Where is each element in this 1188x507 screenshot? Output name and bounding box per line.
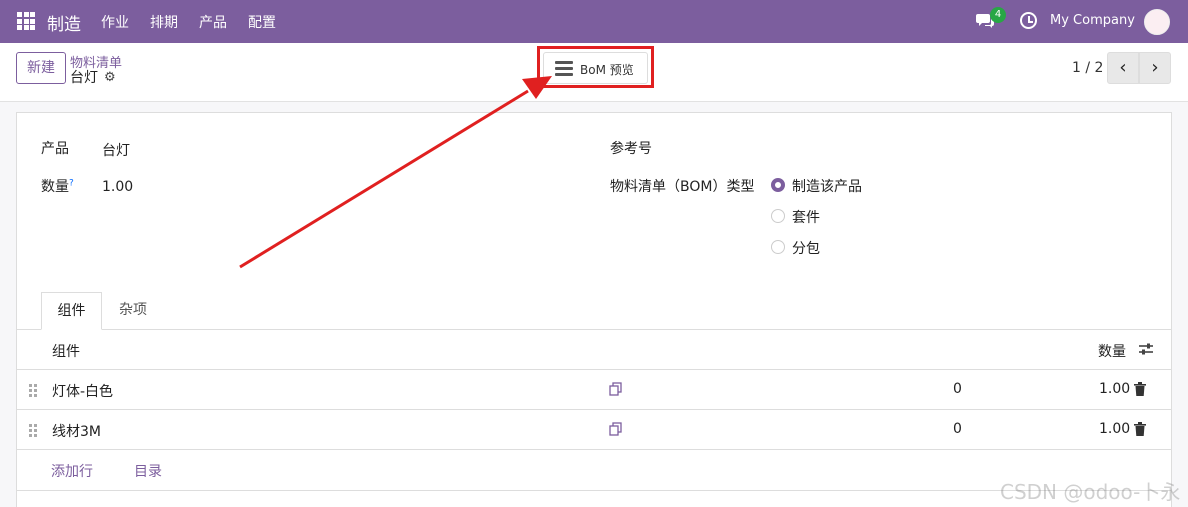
column-header-component[interactable]: 组件 (52, 341, 80, 361)
radio-manufacture-label[interactable]: 制造该产品 (792, 176, 862, 196)
value-cell: 0 (953, 421, 962, 437)
table-row[interactable]: 线材3M 0 1.00 (17, 410, 1171, 450)
quantity-field[interactable]: 1.00 (102, 179, 133, 195)
catalog-link[interactable]: 目录 (134, 461, 162, 481)
tab-components[interactable]: 组件 (41, 292, 102, 330)
radio-subcontracting-label[interactable]: 分包 (792, 238, 820, 258)
radio-subcontracting[interactable] (771, 240, 785, 254)
pager-value[interactable]: 1 / 2 (1072, 60, 1103, 76)
breadcrumb-current: 台灯 (70, 70, 98, 86)
menu-item-planning[interactable]: 排期 (150, 12, 178, 32)
trash-icon[interactable] (1134, 422, 1146, 436)
pager-previous-button[interactable]: ‹ (1107, 52, 1139, 84)
quantity-label: 数量? (41, 178, 74, 195)
company-switcher[interactable]: My Company (1050, 13, 1135, 28)
gear-icon[interactable]: ⚙ (104, 70, 116, 85)
drag-handle-icon[interactable] (29, 424, 38, 437)
menu-item-configuration[interactable]: 配置 (248, 12, 276, 32)
column-header-quantity[interactable]: 数量 (1098, 341, 1126, 361)
component-cell[interactable]: 灯体-白色 (52, 381, 113, 401)
component-cell[interactable]: 线材3M (52, 421, 101, 441)
clock-icon[interactable] (1020, 12, 1037, 29)
drag-handle-icon[interactable] (29, 384, 38, 397)
product-field[interactable]: 台灯 (102, 140, 130, 160)
bom-type-label: 物料清单（BOM）类型 (610, 179, 755, 195)
copy-icon[interactable] (609, 422, 623, 436)
bom-overview-button[interactable]: BoM 预览 (543, 52, 648, 84)
table-header: 组件 数量 (17, 330, 1171, 370)
copy-icon[interactable] (609, 382, 623, 396)
new-button[interactable]: 新建 (16, 52, 66, 84)
app-name[interactable]: 制造 (47, 10, 81, 35)
reference-label: 参考号 (610, 141, 652, 157)
add-line-link[interactable]: 添加行 (51, 461, 93, 481)
radio-kit[interactable] (771, 209, 785, 223)
bom-overview-label: BoM 预览 (580, 63, 634, 77)
pager-next-button[interactable]: › (1139, 52, 1171, 84)
quantity-cell[interactable]: 1.00 (1099, 381, 1130, 397)
value-cell: 0 (953, 381, 962, 397)
hamburger-icon (555, 61, 573, 76)
chat-count-badge: 4 (990, 7, 1006, 23)
tab-miscellaneous[interactable]: 杂项 (110, 292, 156, 330)
radio-manufacture[interactable] (771, 178, 785, 192)
watermark-text: CSDN @odoo-卜永 (1000, 480, 1181, 504)
table-bottom-divider (17, 490, 1171, 491)
apps-grid-icon[interactable] (17, 12, 35, 30)
column-settings-icon[interactable] (1138, 342, 1154, 356)
user-avatar[interactable] (1144, 9, 1170, 35)
product-label: 产品 (41, 141, 69, 157)
trash-icon[interactable] (1134, 382, 1146, 396)
menu-item-operations[interactable]: 作业 (101, 12, 129, 32)
main-menu: 作业 排期 产品 配置 (101, 12, 297, 32)
help-tooltip-icon[interactable]: ? (69, 178, 74, 188)
table-row[interactable]: 灯体-白色 0 1.00 (17, 370, 1171, 410)
quantity-cell[interactable]: 1.00 (1099, 421, 1130, 437)
menu-item-products[interactable]: 产品 (199, 12, 227, 32)
radio-kit-label[interactable]: 套件 (792, 207, 820, 227)
top-navbar: 制造 作业 排期 产品 配置 4 My Company (0, 0, 1188, 43)
